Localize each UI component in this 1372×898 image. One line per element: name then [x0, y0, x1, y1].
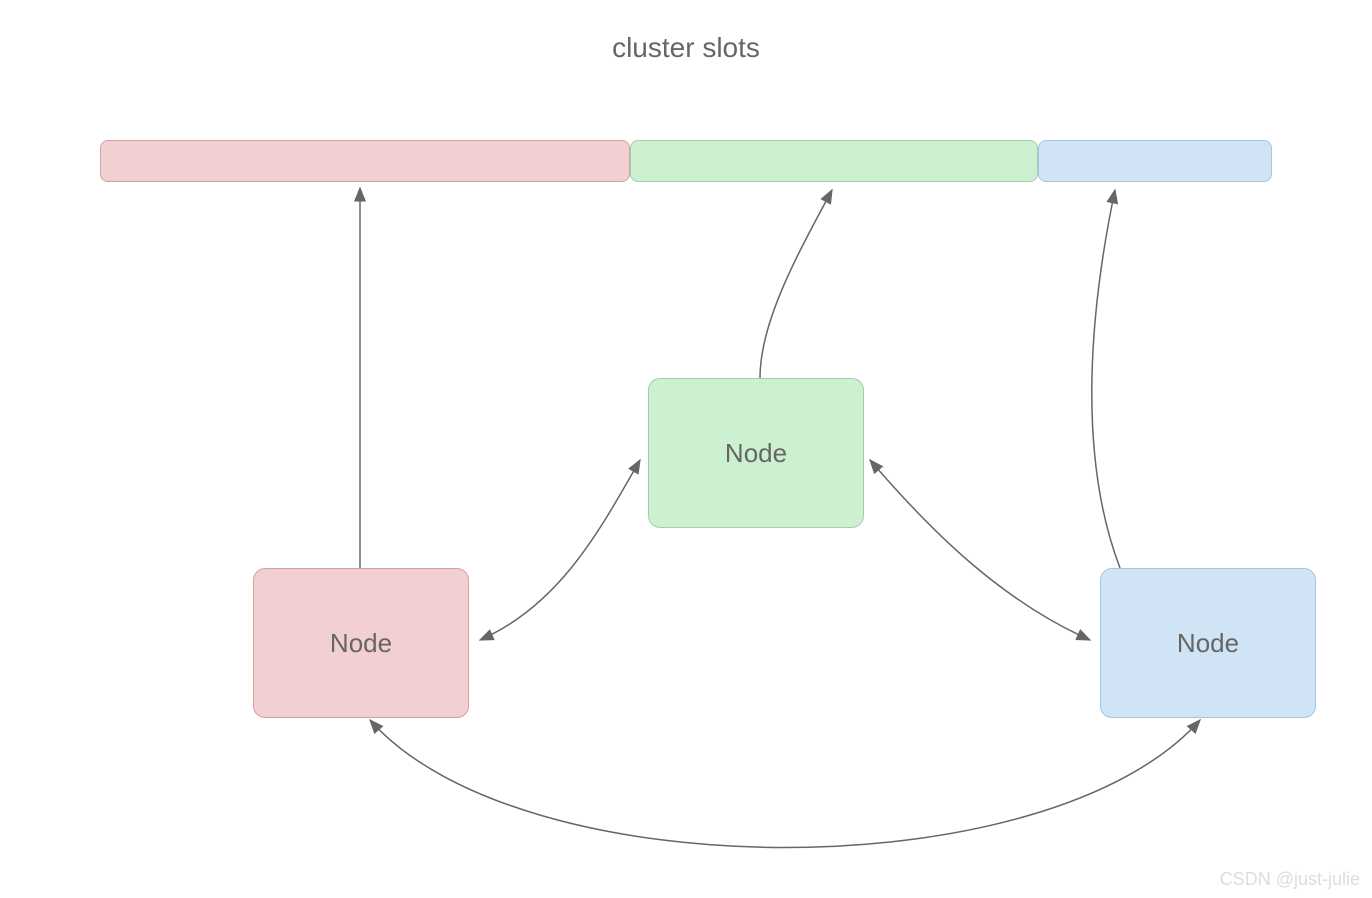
node-box-blue: Node: [1100, 568, 1316, 718]
arrow-green-to-slot: [760, 190, 832, 378]
arrow-pink-green: [480, 460, 640, 640]
node-box-pink: Node: [253, 568, 469, 718]
diagram-title: cluster slots: [0, 32, 1372, 64]
node-label: Node: [330, 628, 392, 659]
arrow-green-blue: [870, 460, 1090, 640]
watermark-text: CSDN @just-julie: [1220, 869, 1360, 890]
node-label: Node: [725, 438, 787, 469]
node-box-green: Node: [648, 378, 864, 528]
slot-segment-green: [630, 140, 1038, 182]
arrow-blue-to-slot: [1092, 190, 1120, 568]
arrow-pink-blue: [370, 720, 1200, 848]
slot-segment-blue: [1038, 140, 1272, 182]
cluster-slots-bar: [100, 140, 1272, 182]
slot-segment-pink: [100, 140, 630, 182]
node-label: Node: [1177, 628, 1239, 659]
